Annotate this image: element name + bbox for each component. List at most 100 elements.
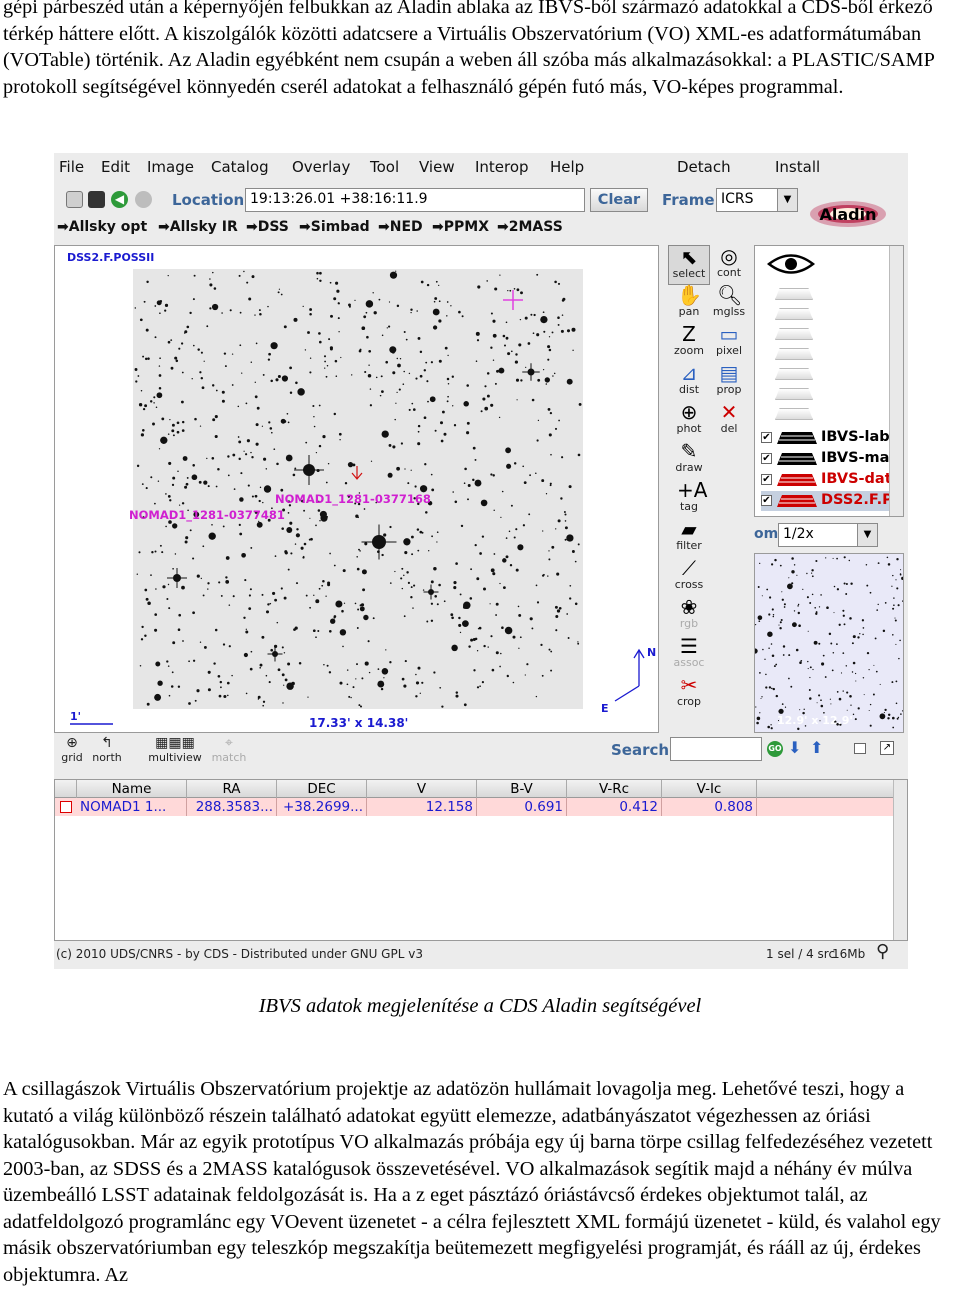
plane-checkbox[interactable]: ✔ — [761, 453, 772, 464]
zoom-select[interactable]: 1/2x ▼ — [778, 523, 878, 547]
tool-tag[interactable]: +A tag — [668, 479, 710, 519]
external-window-icon[interactable]: ↗ — [880, 741, 894, 755]
tool-del[interactable]: ✕ del — [708, 401, 750, 441]
bookmark-ppmx[interactable]: ➡PPMX — [432, 219, 489, 235]
tool-mglss[interactable]: 🔍︎ mglss — [708, 284, 750, 324]
chevron-down-icon[interactable]: ▼ — [857, 524, 877, 546]
eye-icon[interactable] — [767, 251, 815, 277]
source-label[interactable]: NOMAD1_1281-0377168 — [275, 492, 431, 506]
tool-cross[interactable]: ⟋ cross — [668, 557, 710, 597]
menu-view[interactable]: View — [419, 158, 455, 176]
bookmark-allsky-opt[interactable]: ➡Allsky opt — [57, 219, 147, 235]
open-icon[interactable] — [66, 191, 83, 208]
empty-plane-slot[interactable] — [775, 388, 813, 400]
menu-interop[interactable]: Interop — [475, 158, 529, 176]
plane-checkbox[interactable]: ✔ — [761, 495, 772, 506]
table-row[interactable]: NOMAD1 1... 288.3583... +38.2699... 12.158 0… — [55, 798, 895, 816]
multiview-button[interactable]: ▦▦▦ multiview — [136, 735, 214, 764]
tool-pan[interactable]: ✋ pan — [668, 284, 710, 324]
star — [479, 552, 482, 555]
star — [338, 432, 342, 436]
star — [356, 663, 358, 666]
plane-item[interactable]: ✔ IBVS-dat — [761, 470, 903, 490]
tool-select[interactable]: ⬉ select — [668, 245, 710, 285]
empty-plane-slot[interactable] — [775, 328, 813, 340]
plane-checkbox[interactable]: ✔ — [761, 474, 772, 485]
arrow-down-icon[interactable]: ⬇ — [788, 738, 801, 757]
tool-prop[interactable]: ▤ prop — [708, 362, 750, 402]
plane-item[interactable]: ✔ DSS2.F.P — [761, 491, 903, 511]
star — [895, 643, 897, 645]
menu-file[interactable]: File — [59, 158, 84, 176]
column-header[interactable]: B-V — [477, 780, 567, 798]
column-header[interactable]: Name — [77, 780, 187, 798]
frame-select[interactable]: ICRS ▼ — [716, 188, 798, 212]
menu-overlay[interactable]: Overlay — [292, 158, 350, 176]
location-input[interactable]: 19:13:26.01 +38:16:11.9 — [245, 188, 585, 212]
plane-item[interactable]: ✔ IBVS-mar — [761, 449, 903, 469]
star — [327, 581, 331, 585]
menu-help[interactable]: Help — [550, 158, 584, 176]
tool-cont[interactable]: ◎ cont — [708, 245, 750, 285]
search-input[interactable] — [670, 737, 762, 761]
source-label[interactable]: NOMAD1_1281-0377481 — [129, 508, 285, 522]
tool-label: assoc — [673, 656, 705, 669]
empty-plane-slot[interactable] — [775, 308, 813, 320]
bookmark-2mass[interactable]: ➡2MASS — [497, 219, 563, 235]
tool-phot[interactable]: ⊕ phot — [668, 401, 710, 441]
bookmark-allsky-ir[interactable]: ➡Allsky IR — [158, 219, 238, 235]
tool-crop[interactable]: ✂ crop — [668, 674, 710, 714]
star — [520, 291, 523, 295]
match-button[interactable]: ⌖ match — [208, 735, 250, 764]
menu-tool[interactable]: Tool — [370, 158, 399, 176]
tool-draw[interactable]: ✎ draw — [668, 440, 710, 480]
save-icon[interactable] — [88, 191, 105, 208]
column-header[interactable]: V-Ic — [662, 780, 757, 798]
star — [214, 415, 218, 419]
layer-scrollbar[interactable] — [889, 246, 903, 516]
maximize-icon[interactable] — [854, 743, 866, 754]
north-button[interactable]: ↰ north — [86, 735, 128, 764]
menu-image[interactable]: Image — [147, 158, 194, 176]
arrow-up-icon[interactable]: ⬆ — [810, 738, 823, 757]
star — [476, 650, 479, 652]
clear-button[interactable]: Clear — [590, 188, 648, 212]
image-view[interactable]: N E DSS2.F.POSSII NOMAD1_1281-0377168 NO… — [54, 245, 659, 733]
row-checkbox[interactable] — [60, 801, 72, 813]
bookmark-ned[interactable]: ➡NED — [378, 219, 423, 235]
tool-pixel[interactable]: ▭ pixel — [708, 323, 750, 363]
back-icon[interactable]: ◀ — [111, 191, 128, 208]
chevron-down-icon[interactable]: ▼ — [777, 189, 797, 211]
star — [262, 700, 266, 703]
tool-zoom[interactable]: Zzoom — [668, 323, 710, 363]
bookmark-dss[interactable]: ➡DSS — [246, 219, 289, 235]
column-header[interactable]: V-Rc — [567, 780, 662, 798]
star — [325, 595, 327, 597]
tool-dist[interactable]: ⊿ dist — [668, 362, 710, 402]
empty-plane-slot[interactable] — [775, 288, 813, 300]
go-button[interactable]: GO — [767, 741, 783, 757]
measurement-table[interactable]: Name RA DEC V B-V V-Rc V-Ic NOMAD1 1... 288.358… — [54, 779, 908, 941]
tool-assoc[interactable]: ☰ assoc — [668, 635, 710, 675]
telescope-icon[interactable]: ⚲ — [876, 941, 889, 962]
column-header[interactable]: V — [367, 780, 477, 798]
column-header[interactable]: DEC — [277, 780, 367, 798]
plane-item[interactable]: ✔ IBVS-lab — [761, 428, 903, 448]
menu-edit[interactable]: Edit — [101, 158, 130, 176]
image-title: DSS2.F.POSSII — [67, 251, 155, 264]
tool-rgb[interactable]: ❀ rgb — [668, 596, 710, 636]
empty-plane-slot[interactable] — [775, 348, 813, 360]
plane-checkbox[interactable]: ✔ — [761, 432, 772, 443]
table-scrollbar[interactable] — [893, 780, 907, 940]
star — [218, 694, 222, 698]
tool-filter[interactable]: ▰ filter — [668, 518, 710, 558]
menu-catalog[interactable]: Catalog — [211, 158, 269, 176]
stop-icon[interactable] — [135, 191, 152, 208]
zoom-panel[interactable]: 12.9' x 12.9' — [754, 553, 904, 733]
column-header[interactable]: RA — [187, 780, 277, 798]
bookmark-simbad[interactable]: ➡Simbad — [299, 219, 370, 235]
menu-detach[interactable]: Detach — [677, 158, 731, 176]
menu-install[interactable]: Install — [775, 158, 820, 176]
empty-plane-slot[interactable] — [775, 408, 813, 420]
empty-plane-slot[interactable] — [775, 368, 813, 380]
